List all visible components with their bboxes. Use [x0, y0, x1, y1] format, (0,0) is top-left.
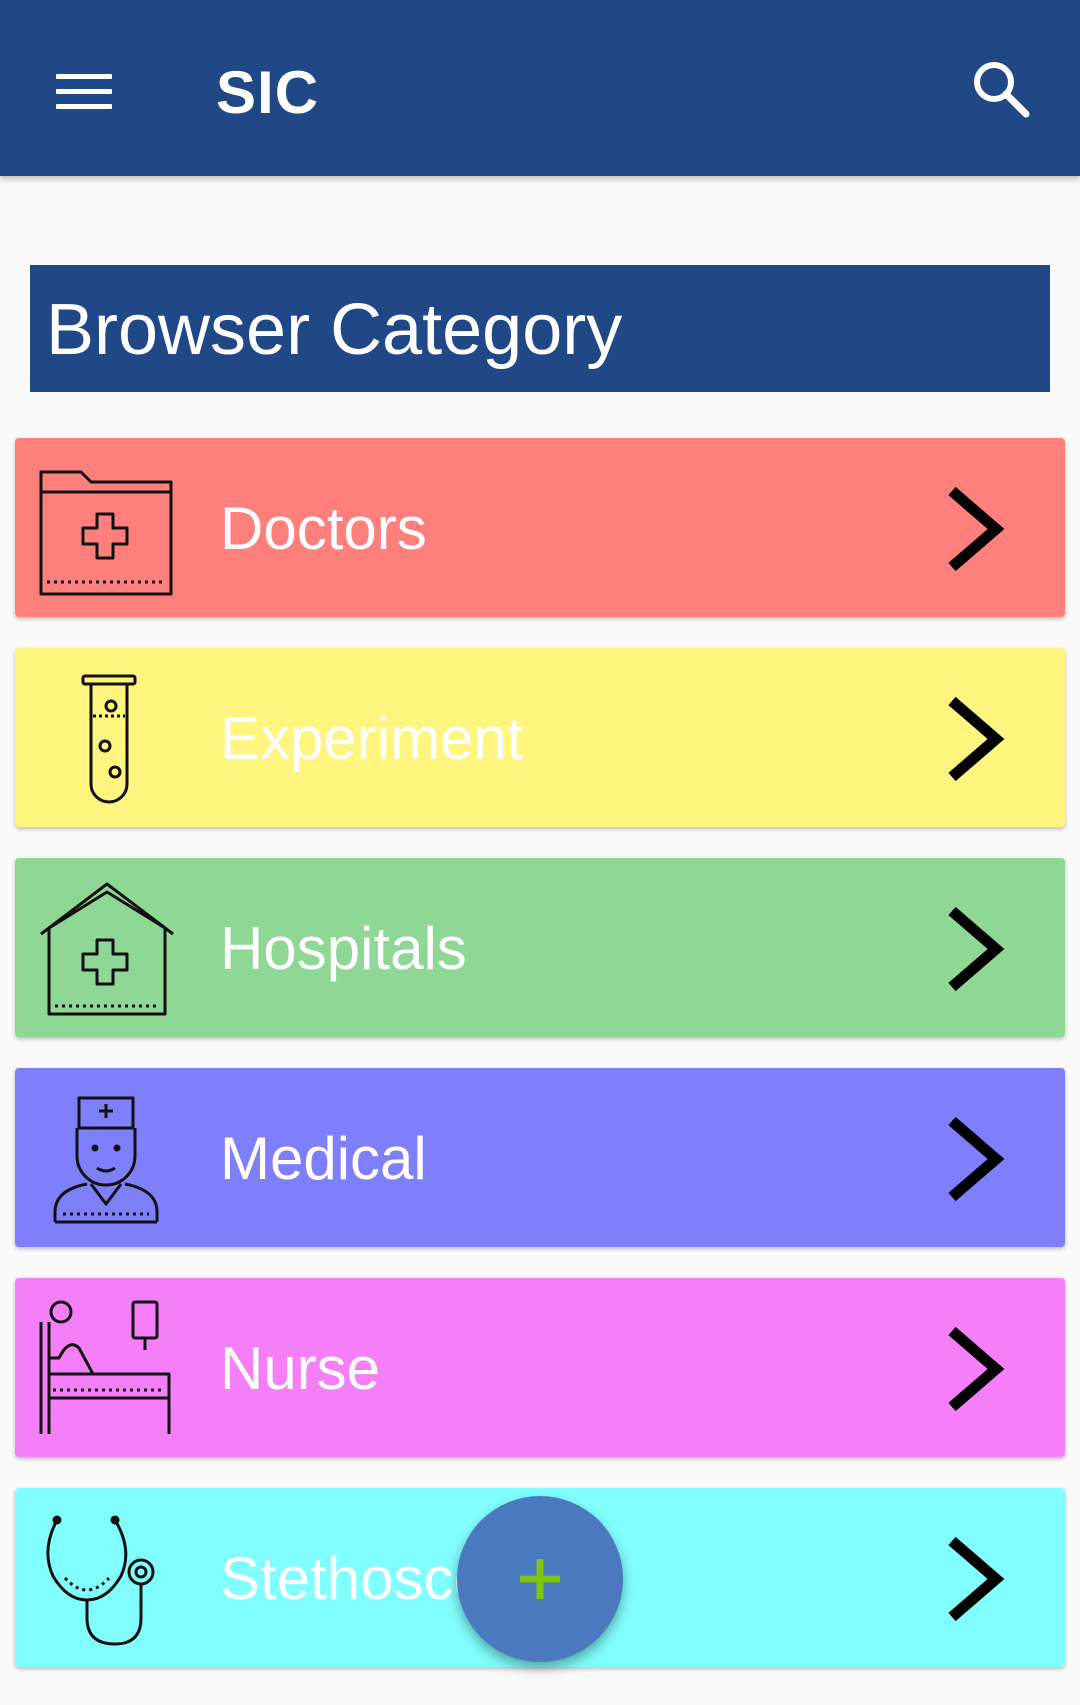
medical-folder-icon: [39, 470, 173, 596]
chevron-right-icon: [948, 1326, 1005, 1412]
category-row-medical[interactable]: Medical: [15, 1068, 1065, 1247]
chevron-right-icon: [948, 1536, 1005, 1622]
app-bar: SIC: [0, 0, 1080, 176]
category-row-nurse[interactable]: Nurse: [15, 1278, 1065, 1457]
category-label: Experiment: [220, 705, 524, 772]
hospital-icon: [40, 882, 174, 1016]
stethoscope-icon: [46, 1515, 155, 1646]
category-label: Doctors: [220, 495, 427, 562]
category-row-doctors[interactable]: Doctors: [15, 438, 1065, 617]
chevron-right-icon: [948, 906, 1005, 992]
chevron-right-icon: [948, 486, 1005, 572]
search-icon: [974, 62, 1030, 118]
category-label: Medical: [220, 1125, 427, 1192]
app-title: SIC: [216, 59, 320, 126]
category-label: Hospitals: [220, 915, 467, 982]
doctor-icon: [53, 1096, 159, 1224]
hospital-bed-icon: [39, 1300, 171, 1434]
chevron-right-icon: [948, 1116, 1005, 1202]
add-fab-button[interactable]: [457, 1496, 623, 1662]
category-row-experiment[interactable]: Experiment: [15, 648, 1065, 827]
search-button[interactable]: [970, 58, 1034, 122]
menu-button[interactable]: [46, 60, 122, 120]
category-row-hospitals[interactable]: Hospitals: [15, 858, 1065, 1037]
plus-icon: [520, 1559, 560, 1599]
chevron-right-icon: [948, 696, 1005, 782]
category-label: Nurse: [220, 1335, 381, 1402]
test-tube-icon: [81, 674, 137, 804]
section-title: Browser Category: [30, 265, 1050, 392]
